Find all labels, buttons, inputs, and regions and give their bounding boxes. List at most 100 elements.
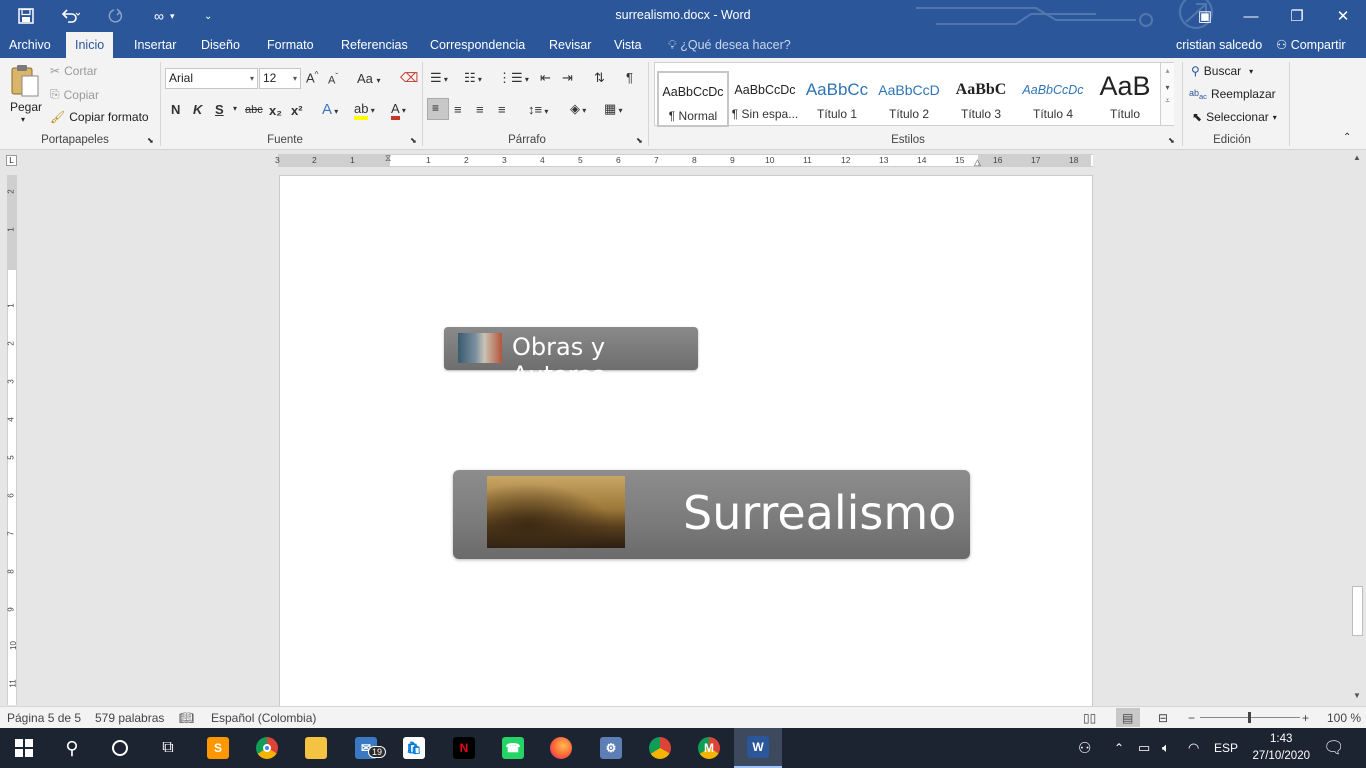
expand-gallery-icon[interactable]: ⩡	[1161, 96, 1174, 106]
decrease-indent-icon[interactable]: ⇤	[540, 70, 551, 86]
style-no-spacing[interactable]: AaBbCcDc ¶ Sin espa...	[729, 71, 801, 127]
scroll-up-icon[interactable]: ▲	[1353, 153, 1361, 162]
tab-correspondencia[interactable]: Correspondencia	[421, 32, 534, 58]
superscript-button[interactable]: x²	[291, 103, 303, 118]
tab-selector-icon[interactable]: L	[6, 155, 17, 166]
language-status[interactable]: Español (Colombia)	[211, 711, 316, 725]
close-button[interactable]: ✕	[1320, 0, 1366, 32]
chevron-up-icon[interactable]: ▴	[1161, 66, 1174, 75]
collapse-ribbon-icon[interactable]: ⌃	[1343, 132, 1351, 143]
text-effects-icon[interactable]: A ▾	[322, 101, 338, 118]
task-view-icon[interactable]: ⧉	[144, 728, 192, 768]
find-button[interactable]: ⚲ Buscar ▾	[1191, 64, 1253, 78]
store-icon[interactable]: 🛍︎	[390, 728, 438, 768]
copy-button[interactable]: ⎘ Copiar	[50, 87, 99, 102]
style-heading-2[interactable]: AaBbCcD Título 2	[873, 71, 945, 127]
cortana-icon[interactable]	[96, 728, 144, 768]
underline-button[interactable]: S	[215, 102, 224, 117]
shrink-font-icon[interactable]: Aˇ	[328, 72, 338, 87]
tab-archivo[interactable]: Archivo	[0, 32, 60, 58]
sublime-text-icon[interactable]: S	[194, 728, 242, 768]
proofing-icon[interactable]: 📖︎	[179, 711, 194, 725]
chrome-profile-m-icon[interactable]: M	[685, 728, 733, 768]
sort-icon[interactable]: ⇅	[594, 70, 605, 86]
tab-referencias[interactable]: Referencias	[332, 32, 417, 58]
netflix-icon[interactable]: N	[440, 728, 488, 768]
input-language[interactable]: ESP	[1214, 728, 1238, 768]
bullets-icon[interactable]: ☰ ▾	[430, 70, 448, 86]
chrome-profile-icon[interactable]	[636, 728, 684, 768]
zoom-in-icon[interactable]: +	[1302, 711, 1309, 725]
volume-icon[interactable]: 🔈︎	[1162, 728, 1170, 768]
battery-icon[interactable]: ▭	[1138, 728, 1150, 768]
tab-inicio[interactable]: Inicio	[66, 32, 114, 58]
start-button[interactable]	[0, 728, 48, 768]
tray-overflow-icon[interactable]: ⌃	[1114, 728, 1124, 768]
zoom-out-icon[interactable]: −	[1188, 711, 1195, 725]
tab-diseno[interactable]: Diseño	[192, 32, 249, 58]
dialog-launcher-icon[interactable]: ⬊	[147, 136, 154, 145]
whatsapp-icon[interactable]: ☎	[489, 728, 537, 768]
read-mode-icon[interactable]: ▯▯	[1083, 711, 1096, 725]
right-indent-icon[interactable]: △	[974, 157, 981, 168]
file-explorer-icon[interactable]	[292, 728, 340, 768]
scroll-down-icon[interactable]: ▼	[1353, 691, 1361, 700]
wifi-icon[interactable]: ◠	[1188, 728, 1199, 768]
print-layout-button[interactable]: ▤	[1116, 708, 1140, 727]
tell-me-search[interactable]: 💡︎ ¿Qué desea hacer?	[668, 32, 791, 58]
document-page[interactable]: Obras y Autores Surrealismo	[279, 175, 1093, 715]
line-spacing-icon[interactable]: ↕≡ ▾	[528, 102, 548, 117]
align-right-icon[interactable]: ≡	[476, 102, 484, 117]
tab-formato[interactable]: Formato	[258, 32, 323, 58]
word-icon[interactable]: W	[734, 728, 782, 768]
user-name[interactable]: cristian salcedo	[1176, 32, 1262, 58]
show-marks-icon[interactable]: ¶	[626, 70, 633, 85]
clock[interactable]: 1:43 27/10/2020	[1252, 731, 1310, 765]
format-painter-button[interactable]: 🖌︎ Copiar formato	[50, 110, 149, 124]
highlight-icon[interactable]: ab ▾	[354, 101, 375, 120]
firefox-icon[interactable]	[537, 728, 585, 768]
paste-icon[interactable]	[9, 64, 41, 98]
strikethrough-button[interactable]: abc	[245, 104, 263, 116]
clear-formatting-icon[interactable]: ⌫	[400, 70, 418, 86]
ribbon-display-icon[interactable]: ▣	[1182, 0, 1228, 32]
vertical-ruler[interactable]: 2 1 1 2 3 4 5 6 7 8 9 10 11	[7, 175, 18, 705]
style-heading-3[interactable]: AaBbC Título 3	[945, 71, 1017, 127]
obras-autores-button[interactable]: Obras y Autores	[444, 327, 698, 389]
network-settings-icon[interactable]: ⚙	[587, 728, 635, 768]
share-button[interactable]: ⚇ Compartir	[1268, 32, 1354, 58]
cut-button[interactable]: ✂ Cortar	[50, 64, 97, 78]
word-count[interactable]: 579 palabras	[95, 711, 164, 725]
dialog-launcher-icon[interactable]: ⬊	[410, 136, 417, 145]
tab-revisar[interactable]: Revisar	[540, 32, 600, 58]
align-center-icon[interactable]: ≡	[454, 102, 462, 117]
paste-button[interactable]: Pegar	[10, 100, 42, 114]
italic-button[interactable]: K	[193, 102, 202, 117]
restore-button[interactable]: ❐	[1274, 0, 1320, 32]
justify-icon[interactable]: ≡	[498, 102, 506, 117]
scrollbar-thumb[interactable]	[1352, 586, 1363, 636]
mail-icon[interactable]: ✉ 19	[342, 728, 390, 768]
search-icon[interactable]: ⚲	[48, 728, 96, 768]
tab-vista[interactable]: Vista	[605, 32, 651, 58]
style-heading-1[interactable]: AaBbCc Título 1	[801, 71, 873, 127]
dialog-launcher-icon[interactable]: ⬊	[636, 136, 643, 145]
paste-dropdown-icon[interactable]: ▾	[21, 115, 25, 124]
dialog-launcher-icon[interactable]: ⬊	[1168, 136, 1175, 145]
align-left-button[interactable]: ≡	[427, 98, 449, 120]
zoom-level[interactable]: 100 %	[1327, 711, 1361, 725]
chevron-down-icon[interactable]: ▾	[1161, 83, 1174, 92]
subscript-button[interactable]: x₂	[269, 103, 282, 118]
select-button[interactable]: ⬉ Seleccionar ▾	[1192, 110, 1277, 124]
tab-insertar[interactable]: Insertar	[125, 32, 185, 58]
font-color-icon[interactable]: A ▾	[391, 101, 406, 120]
borders-icon[interactable]: ▦ ▾	[604, 101, 623, 117]
font-name-field[interactable]: Arial ▾	[165, 68, 258, 89]
chrome-icon[interactable]	[243, 728, 291, 768]
increase-indent-icon[interactable]: ⇥	[562, 70, 573, 86]
font-size-field[interactable]: 12 ▾	[259, 68, 301, 89]
multilevel-list-icon[interactable]: ⋮☰ ▾	[498, 70, 529, 86]
zoom-slider-thumb[interactable]	[1248, 712, 1251, 723]
numbering-icon[interactable]: ☷ ▾	[464, 70, 482, 86]
grow-font-icon[interactable]: A^	[306, 70, 318, 85]
